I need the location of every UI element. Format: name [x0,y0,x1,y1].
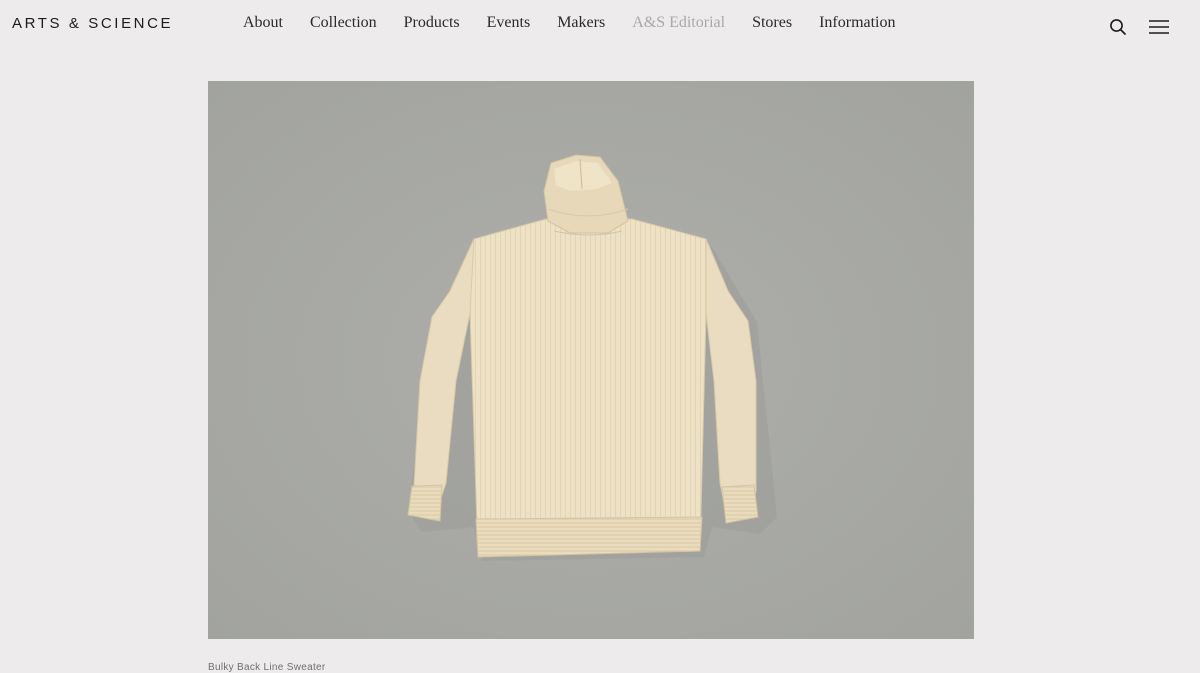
nav-item-editorial[interactable]: A&S Editorial [632,14,725,32]
nav-item-about[interactable]: About [243,14,283,32]
nav-item-stores[interactable]: Stores [752,14,792,32]
search-icon [1110,19,1126,35]
site-header: ARTS & SCIENCE About Collection Products… [0,0,1200,52]
nav-item-information[interactable]: Information [819,14,895,32]
hamburger-menu-icon [1149,20,1169,34]
sweater-image [208,81,974,639]
site-logo[interactable]: ARTS & SCIENCE [12,15,173,32]
nav-item-collection[interactable]: Collection [310,14,377,32]
main-nav: About Collection Products Events Makers … [243,14,923,32]
nav-item-events[interactable]: Events [487,14,531,32]
product-photo[interactable] [208,81,974,639]
menu-button[interactable] [1146,16,1172,38]
nav-item-products[interactable]: Products [404,14,460,32]
search-button[interactable] [1106,16,1130,38]
nav-item-makers[interactable]: Makers [557,14,605,32]
product-caption[interactable]: Bulky Back Line Sweater [208,662,326,673]
